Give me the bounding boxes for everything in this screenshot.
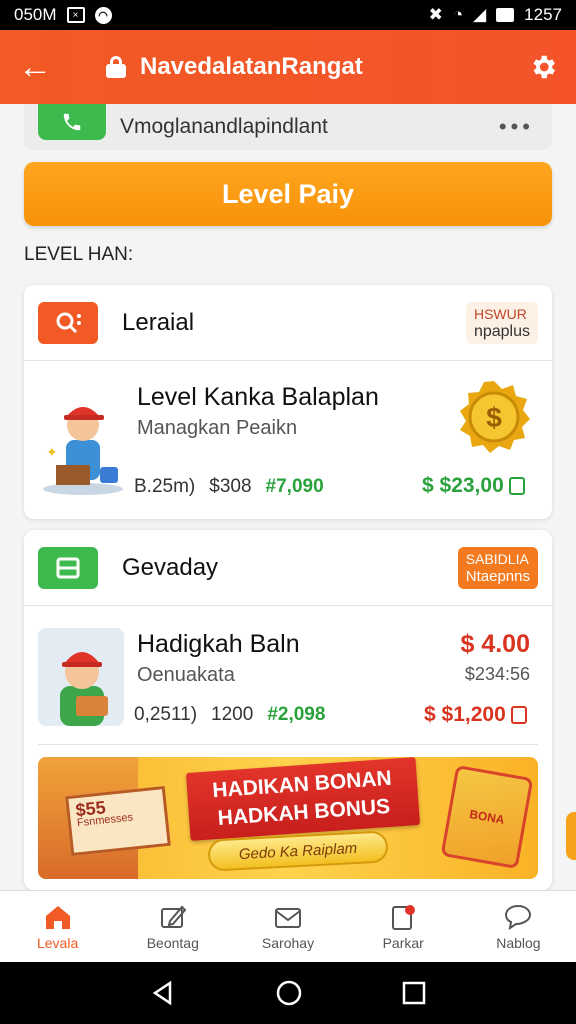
card-header: Leraial HSWUR npaplus [24,285,552,361]
card-title: Gevaday [122,553,219,581]
nav-label: Levala [36,934,79,951]
wifi-icon: ◔ [452,5,464,24]
bonus-ribbon: HADIKAN BONAN HADKAH BONUS [185,757,421,841]
mute-icon: ✖ [428,5,443,24]
status-bar: 050M × ◠ ✖ ◔ ◢ 1257 [0,0,576,30]
price-mid: $234:56 [464,664,530,684]
phone-icon [38,104,106,140]
nav-item-chat[interactable]: Nablog [461,891,576,962]
orders-icon [392,904,416,930]
home-nav-icon[interactable] [275,979,303,1007]
card-header: Gevaday SABIDLIA Ntaepnns [24,530,552,606]
badge-line-1: SABIDLIA [465,550,529,567]
divider [38,744,538,745]
meta-a: B.25m) [134,476,196,497]
worker-illustration: ✦ [43,407,123,495]
chat-icon [505,904,532,930]
card-title: Leraial [122,308,195,336]
price-tag-icon [510,706,527,724]
search-user-icon [38,301,98,344]
back-arrow-icon[interactable]: ← [18,50,62,84]
card-badge: HSWUR npaplus [465,301,538,344]
app-title: NavedalatanRangat [140,53,363,80]
price-tag-icon [508,477,525,495]
bonus-banner[interactable]: $55 Fsnmesses HADIKAN BONAN HADKAH BONUS… [38,757,538,879]
mail-icon [275,907,301,928]
nav-item-edit[interactable]: Beontag [115,891,230,962]
app-bar: ← NavedalatanRangat [0,30,576,104]
app-screen: 050M × ◠ ✖ ◔ ◢ 1257 ← NavedalatanRangat … [0,0,576,1024]
item-title: Level Kanka Balaplan [137,383,379,411]
item-subtitle: Oenuakata [137,664,235,686]
lock-icon [106,56,126,78]
item-meta: 0,2511) 1200 #2,098 [134,704,325,726]
meta-b: $308 [209,476,252,497]
svg-text:$: $ [486,402,502,433]
app-notification-icon: ◠ [94,6,112,24]
meta-b: 1200 [211,704,254,725]
sign-board: $55 Fsnmesses [65,785,171,857]
meta-a: 0,2511) [134,704,198,725]
side-drawer-handle[interactable] [566,812,576,860]
list-icon [38,546,98,589]
price-top: $ 4.00 [460,630,530,658]
badge-line-2: Ntaepnns [465,567,530,585]
level-card[interactable]: Leraial HSWUR npaplus ✦ Level Kanka Bala… [24,285,552,519]
item-price: $ $23,00 [422,474,525,498]
status-left-text: 050M [14,5,57,24]
notification-icon: × [66,7,85,23]
level-pay-button[interactable]: Level Paiy [24,162,552,226]
bottom-nav: Levala Beontag Sarohay Parkar Nablog [0,890,576,962]
recents-nav-icon[interactable] [402,981,426,1005]
signal-icon: ◢ [473,5,487,24]
home-icon [45,905,70,929]
back-nav-icon[interactable] [150,980,176,1006]
status-time: 1257 [524,5,562,24]
bonus-tag: BONA [440,764,534,870]
nav-label: Parkar [382,934,424,951]
avatar [38,628,124,726]
nav-item-orders[interactable]: Parkar [346,891,461,962]
bonus-card[interactable]: Gevaday SABIDLIA Ntaepnns Hadigkah Baln … [24,530,552,890]
nav-label: Nablog [496,934,541,951]
nav-item-home[interactable]: Levala [0,891,115,962]
item-price-text: $ $23,00 [422,474,504,497]
svg-text:✦: ✦ [46,444,58,460]
nav-label: Sarohay [261,934,315,951]
section-label: LEVEL HAN: [24,244,134,265]
card-badge: SABIDLIA Ntaepnns [457,546,538,589]
item-price: $ $1,200 [424,703,527,727]
badge-line-2: npaplus [473,322,530,340]
gear-icon[interactable] [528,52,558,82]
nav-item-mail[interactable]: Sarohay [230,891,345,962]
item-meta: B.25m) $308 #7,090 [134,476,324,498]
contact-card-text: Vmoglanandlapindlant [120,115,328,138]
meta-c: #2,098 [267,704,326,725]
item-subtitle: Managkan Peaikn [137,417,298,439]
battery-icon [496,8,515,22]
system-nav-bar [0,962,576,1024]
item-price-text: $ $1,200 [424,703,506,726]
contact-card[interactable]: Vmoglanandlapindlant ••• [24,104,552,150]
nav-label: Beontag [146,934,199,951]
more-options-icon[interactable]: ••• [499,114,534,140]
item-title: Hadigkah Baln [137,630,300,658]
coin-icon: $ [460,381,530,453]
edit-icon [160,905,187,928]
meta-c: #7,090 [265,476,324,497]
badge-line-1: HSWUR [473,305,527,322]
